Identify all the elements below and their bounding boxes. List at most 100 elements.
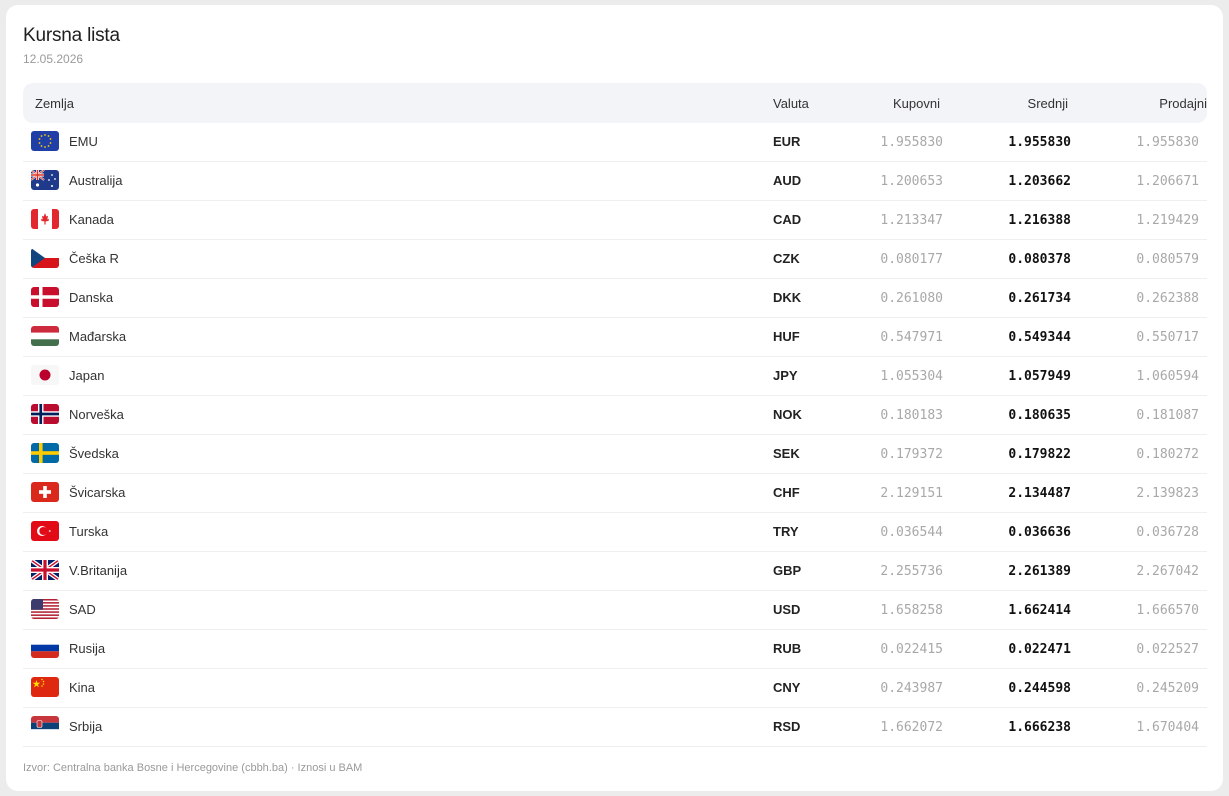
uk-flag-icon xyxy=(31,560,59,580)
table-row: V.Britanija GBP 2.255736 2.261389 2.267042 xyxy=(23,552,1207,591)
column-header-currency: Valuta xyxy=(773,96,809,111)
sell-rate: 0.181087 xyxy=(1136,408,1199,423)
currency-code: TRY xyxy=(773,524,799,539)
sell-rate: 0.080579 xyxy=(1136,252,1199,267)
mid-rate: 1.955830 xyxy=(1008,135,1071,150)
eu-flag-icon xyxy=(31,131,59,151)
country-name: Srbija xyxy=(69,719,103,734)
mid-rate: 0.261734 xyxy=(1008,291,1071,306)
mid-rate: 1.662414 xyxy=(1008,603,1071,618)
mid-rate: 2.261389 xyxy=(1008,564,1071,579)
currency-code: DKK xyxy=(773,290,802,305)
canada-flag-icon xyxy=(31,209,59,229)
country-name: Mađarska xyxy=(69,329,127,344)
source-note: Izvor: Centralna banka Bosne i Hercegovi… xyxy=(23,762,363,774)
currency-code: CZK xyxy=(773,251,800,266)
buy-rate: 1.658258 xyxy=(880,603,943,618)
mid-rate: 0.022471 xyxy=(1008,642,1071,657)
country-name: Rusija xyxy=(69,641,106,656)
buy-rate: 0.022415 xyxy=(880,642,943,657)
currency-code: RUB xyxy=(773,641,802,656)
country-name: Danska xyxy=(69,290,114,305)
table-row: Australija AUD 1.200653 1.203662 1.206671 xyxy=(23,162,1207,201)
buy-rate: 2.255736 xyxy=(880,564,943,579)
sell-rate: 2.139823 xyxy=(1136,486,1199,501)
country-name: Australija xyxy=(69,173,123,188)
sell-rate: 1.219429 xyxy=(1136,213,1199,228)
sell-rate: 0.550717 xyxy=(1136,330,1199,345)
column-header-sell: Prodajni xyxy=(1159,96,1207,111)
sell-rate: 1.206671 xyxy=(1136,174,1199,189)
country-name: Turska xyxy=(69,524,109,539)
turkey-flag-icon xyxy=(31,521,59,541)
country-name: Japan xyxy=(69,368,105,383)
mid-rate: 0.080378 xyxy=(1008,252,1071,267)
rate-date: 12.05.2026 xyxy=(23,52,84,66)
country-name: SAD xyxy=(69,602,96,617)
table-row: EMU EUR 1.955830 1.955830 1.955830 xyxy=(23,123,1207,162)
sell-rate: 1.670404 xyxy=(1136,720,1199,735)
serbia-flag-icon xyxy=(31,716,59,736)
sell-rate: 0.262388 xyxy=(1136,291,1199,306)
buy-rate: 2.129151 xyxy=(880,486,943,501)
china-flag-icon xyxy=(31,677,59,697)
sell-rate: 0.245209 xyxy=(1136,681,1199,696)
buy-rate: 1.055304 xyxy=(880,369,943,384)
japan-flag-icon xyxy=(31,365,59,385)
country-name: Kanada xyxy=(69,212,114,227)
country-name: Švicarska xyxy=(69,485,126,500)
buy-rate: 0.036544 xyxy=(880,525,943,540)
table-row: Kanada CAD 1.213347 1.216388 1.219429 xyxy=(23,201,1207,240)
buy-rate: 1.662072 xyxy=(880,720,943,735)
denmark-flag-icon xyxy=(31,287,59,307)
currency-code: SEK xyxy=(773,446,800,461)
column-header-mid: Srednji xyxy=(1027,96,1068,111)
russia-flag-icon xyxy=(31,638,59,658)
table-row: Srbija RSD 1.662072 1.666238 1.670404 xyxy=(23,708,1207,747)
currency-code: CHF xyxy=(773,485,800,500)
table-row: Japan JPY 1.055304 1.057949 1.060594 xyxy=(23,357,1207,396)
buy-rate: 0.243987 xyxy=(880,681,943,696)
buy-rate: 0.547971 xyxy=(880,330,943,345)
country-name: V.Britanija xyxy=(69,563,128,578)
table-row: Norveška NOK 0.180183 0.180635 0.181087 xyxy=(23,396,1207,435)
currency-code: USD xyxy=(773,602,801,617)
currency-code: NOK xyxy=(773,407,802,422)
buy-rate: 1.955830 xyxy=(880,135,943,150)
currency-code: RSD xyxy=(773,719,801,734)
buy-rate: 0.261080 xyxy=(880,291,943,306)
table-row: SAD USD 1.658258 1.662414 1.666570 xyxy=(23,591,1207,630)
mid-rate: 1.057949 xyxy=(1008,369,1071,384)
norway-flag-icon xyxy=(31,404,59,424)
mid-rate: 1.216388 xyxy=(1008,213,1071,228)
mid-rate: 1.203662 xyxy=(1008,174,1071,189)
column-header-country: Zemlja xyxy=(35,96,75,111)
country-name: Norveška xyxy=(69,407,124,422)
currency-code: JPY xyxy=(773,368,798,383)
table-row: Rusija RUB 0.022415 0.022471 0.022527 xyxy=(23,630,1207,669)
switzerland-flag-icon xyxy=(31,482,59,502)
table-body: EMU EUR 1.955830 1.955830 1.955830 Australija… xyxy=(23,123,1207,747)
currency-code: AUD xyxy=(773,173,802,188)
mid-rate: 1.666238 xyxy=(1008,720,1071,735)
table-row: Danska DKK 0.261080 0.261734 0.262388 xyxy=(23,279,1207,318)
exchange-rate-card: Kursna lista 12.05.2026 Zemlja Valuta Ku… xyxy=(6,5,1223,791)
table-row: Švicarska CHF 2.129151 2.134487 2.139823 xyxy=(23,474,1207,513)
sweden-flag-icon xyxy=(31,443,59,463)
mid-rate: 0.180635 xyxy=(1008,408,1071,423)
mid-rate: 0.244598 xyxy=(1008,681,1071,696)
australia-flag-icon xyxy=(31,170,59,190)
page-title: Kursna lista xyxy=(23,25,120,46)
currency-code: GBP xyxy=(773,563,802,578)
buy-rate: 0.080177 xyxy=(880,252,943,267)
buy-rate: 0.180183 xyxy=(880,408,943,423)
footer-divider xyxy=(23,746,1207,747)
country-name: Švedska xyxy=(69,446,119,461)
currency-code: CNY xyxy=(773,680,801,695)
hungary-flag-icon xyxy=(31,326,59,346)
buy-rate: 1.200653 xyxy=(880,174,943,189)
table-row: Kina CNY 0.243987 0.244598 0.245209 xyxy=(23,669,1207,708)
sell-rate: 0.022527 xyxy=(1136,642,1199,657)
sell-rate: 0.036728 xyxy=(1136,525,1199,540)
table-header: Zemlja Valuta Kupovni Srednji Prodajni xyxy=(23,83,1207,123)
